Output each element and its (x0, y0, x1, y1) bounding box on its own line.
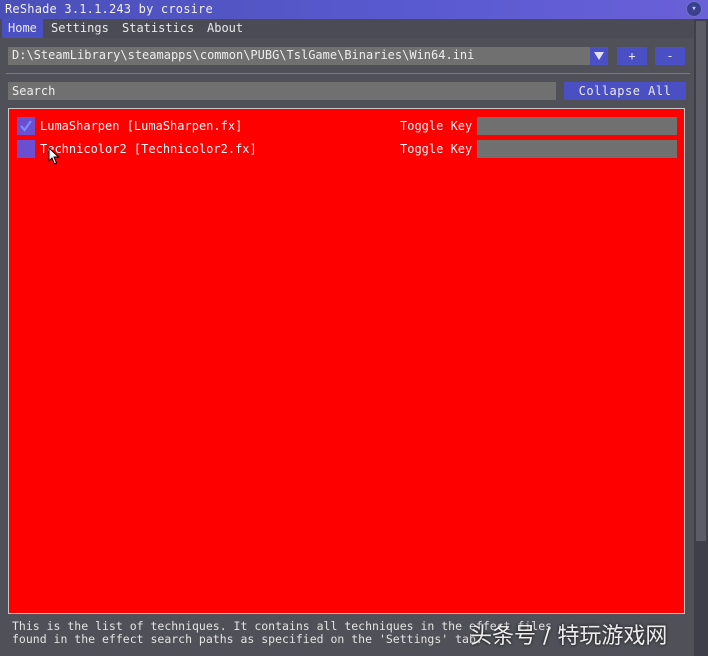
menu-bar: Home Settings Statistics About (0, 19, 694, 38)
scrollbar-thumb[interactable] (696, 21, 706, 541)
tab-settings[interactable]: Settings (45, 19, 115, 38)
technique-list: LumaSharpen [LumaSharpen.fx] Toggle Key … (8, 108, 685, 614)
divider (6, 73, 690, 74)
mouse-cursor-icon (48, 147, 60, 165)
window-collapse-icon[interactable]: ▾ (686, 1, 702, 17)
toggle-key-label: Toggle Key (400, 142, 473, 156)
preset-path: D:\SteamLibrary\steamapps\common\PUBG\Ts… (12, 48, 475, 62)
title-bar: ReShade 3.1.1.243 by crosire ▾ (0, 0, 708, 19)
toggle-key-input[interactable] (477, 140, 677, 158)
technique-name: LumaSharpen [LumaSharpen.fx] (40, 119, 243, 133)
tab-statistics[interactable]: Statistics (116, 19, 200, 38)
technique-name: Technicolor2 [Technicolor2.fx] (40, 142, 257, 156)
preset-path-combo[interactable]: D:\SteamLibrary\steamapps\common\PUBG\Ts… (8, 47, 592, 65)
reshade-window: Home Settings Statistics About D:\SteamL… (0, 19, 694, 656)
tab-home[interactable]: Home (2, 19, 43, 38)
technique-checkbox[interactable] (17, 117, 35, 135)
window-title: ReShade 3.1.1.243 by crosire (5, 2, 213, 16)
toggle-key-label: Toggle Key (400, 119, 473, 133)
search-input[interactable] (8, 82, 556, 100)
checkmark-icon (20, 120, 32, 132)
scrollbar[interactable] (694, 19, 708, 656)
technique-row: LumaSharpen [LumaSharpen.fx] Toggle Key (17, 117, 677, 135)
toggle-key-input[interactable] (477, 117, 677, 135)
search-box[interactable] (8, 82, 556, 100)
technique-checkbox[interactable] (17, 140, 35, 158)
preset-dropdown-chevron-icon[interactable] (590, 47, 608, 65)
watermark: 头条号 / 特玩游戏网 (470, 624, 668, 649)
tab-about[interactable]: About (201, 19, 249, 38)
add-preset-button[interactable]: + (617, 47, 647, 65)
remove-preset-button[interactable]: - (655, 47, 685, 65)
collapse-all-button[interactable]: Collapse All (564, 82, 686, 100)
technique-row: Technicolor2 [Technicolor2.fx] Toggle Ke… (17, 140, 677, 158)
